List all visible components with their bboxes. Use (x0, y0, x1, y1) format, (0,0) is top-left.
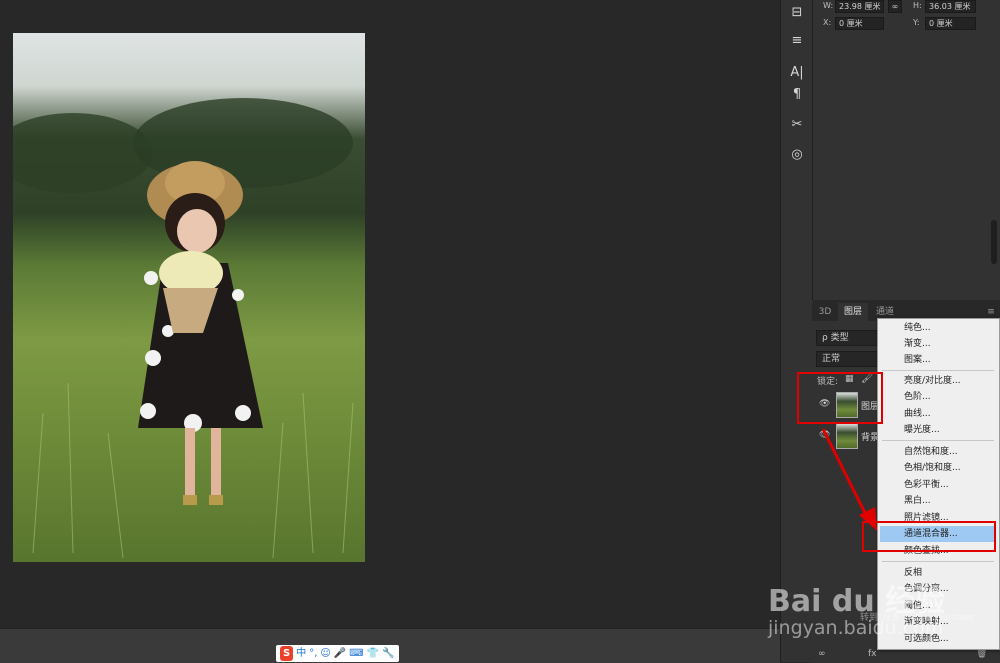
menu-item-exposure[interactable]: 曝光度... (880, 422, 996, 438)
ime-logo-icon[interactable]: S (280, 646, 294, 661)
blend-mode-select[interactable]: 正常 (816, 351, 878, 367)
menu-item-color-balance[interactable]: 色彩平衡... (880, 477, 996, 493)
menu-item-brightness-contrast[interactable]: 亮度/对比度... (880, 373, 996, 389)
annotation-box-layer (797, 372, 883, 424)
menu-item-vibrance[interactable]: 自然饱和度... (880, 444, 996, 460)
menu-item-levels[interactable]: 色阶... (880, 389, 996, 405)
properties-panel: W: 23.98 厘米 ∞ H: 36.03 厘米 X: 0 厘米 Y: 0 厘… (812, 0, 1000, 300)
annotation-arrow-icon (821, 428, 877, 531)
libraries-icon[interactable]: ◎ (784, 144, 810, 166)
photo-figure-graphic (13, 98, 354, 559)
width-label: W: (823, 1, 834, 10)
height-label: H: (913, 1, 922, 10)
x-field[interactable]: 0 厘米 (835, 17, 884, 30)
character-panel-icon[interactable]: A| (784, 62, 810, 84)
adjustments-panel-icon[interactable]: ⊟ (784, 2, 810, 24)
menu-item-gradient[interactable]: 渐变... (880, 336, 996, 352)
ime-emoji-icon[interactable]: ☺ (320, 646, 330, 661)
menu-separator (882, 561, 994, 562)
menu-item-solid-color[interactable]: 纯色... (880, 320, 996, 336)
x-label: X: (823, 18, 832, 27)
menu-item-hue-saturation[interactable]: 色相/饱和度... (880, 460, 996, 476)
panel-icon-strip: ⊟ ≡ A| ¶ ✂ ◎ (780, 0, 813, 662)
layers-bottom-toolbar: ∞ fx 🗑 (812, 648, 1000, 662)
ime-toolbar[interactable]: S 中 °, ☺ 🎤 ⌨ 👕 🔧 (276, 645, 399, 662)
tab-layers[interactable]: 图层 (838, 303, 868, 321)
delete-layer-icon[interactable]: 🗑 (976, 649, 987, 659)
ime-voice-icon[interactable]: 🎤 (334, 646, 346, 661)
paragraph-icon[interactable]: ¶ (784, 84, 810, 106)
layer-filter-select[interactable]: ρ 类型 (816, 330, 878, 346)
paragraph-styles-icon[interactable]: ≡ (784, 30, 810, 52)
document-photo[interactable] (13, 33, 365, 562)
tool-presets-icon[interactable]: ✂ (784, 114, 810, 136)
y-label: Y: (913, 18, 920, 27)
menu-item-black-white[interactable]: 黑白... (880, 493, 996, 509)
ime-skin-icon[interactable]: 👕 (367, 646, 379, 661)
height-field[interactable]: 36.03 厘米 (925, 0, 976, 13)
ime-chinese-toggle[interactable]: 中 (296, 646, 306, 661)
ime-tools-icon[interactable]: 🔧 (382, 646, 394, 661)
panel-scrollbar[interactable] (991, 220, 997, 264)
link-layers-icon[interactable]: ∞ (818, 649, 826, 659)
menu-item-curves[interactable]: 曲线... (880, 406, 996, 422)
baidu-jingyan-watermark: Bai du 经验 (768, 584, 946, 619)
ime-keyboard-icon[interactable]: ⌨ (349, 646, 363, 661)
tab-3d[interactable]: 3D (814, 303, 836, 321)
ime-punctuation-toggle[interactable]: °, (309, 646, 317, 661)
menu-separator (882, 370, 994, 371)
width-field[interactable]: 23.98 厘米 (835, 0, 884, 13)
fx-icon[interactable]: fx (868, 649, 877, 659)
menu-separator (882, 440, 994, 441)
y-field[interactable]: 0 厘米 (925, 17, 976, 30)
baidu-jingyan-url-watermark: jingyan.baidu.com (768, 617, 944, 639)
menu-item-pattern[interactable]: 图案... (880, 352, 996, 368)
link-icon[interactable]: ∞ (888, 0, 902, 13)
